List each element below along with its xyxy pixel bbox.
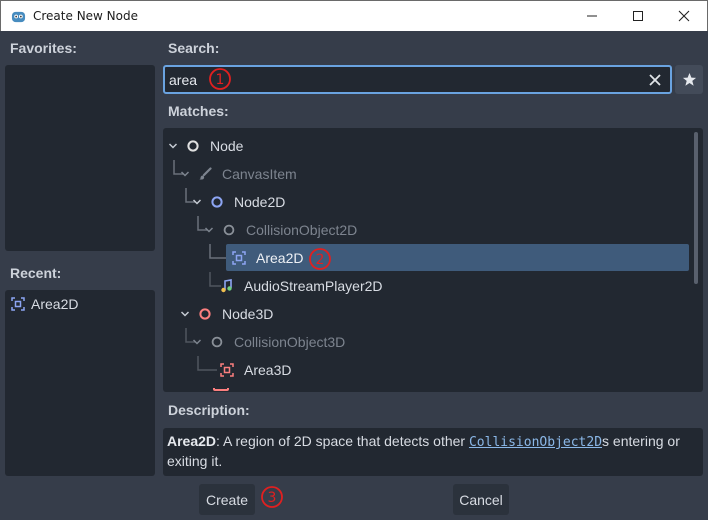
step-marker-3: 3 (261, 486, 283, 508)
audio-note-icon (219, 278, 235, 294)
tree-item-label: CanvasItem (222, 166, 297, 182)
chevron-down-icon[interactable] (167, 140, 179, 152)
recent-item-area2d[interactable]: Area2D (5, 290, 155, 318)
tree-item-node2d[interactable]: Node2D (191, 188, 285, 216)
tree-item-area2d[interactable]: Area2D (231, 244, 303, 272)
title-bar: Create New Node (0, 0, 708, 31)
recent-label: Recent: (10, 265, 62, 281)
step-marker-1: 1 (209, 68, 231, 90)
description-link[interactable]: CollisionObject2D (469, 435, 602, 450)
tree-item-audiostreamplayer2d[interactable]: AudioStreamPlayer2D (219, 272, 383, 300)
search-label: Search: (168, 40, 220, 56)
tree-item-label: CollisionObject2D (246, 222, 358, 238)
tree-item-label: AudioStreamPlayer2D (244, 278, 383, 294)
matches-tree[interactable]: Node CanvasItem Node2D CollisionObject2D… (163, 128, 703, 392)
clear-icon (649, 74, 661, 86)
collision-circle-icon (221, 222, 237, 238)
description-node-name: Area2D (167, 433, 217, 449)
tree-item-collisionobject2d[interactable]: CollisionObject2D (203, 216, 357, 244)
chevron-down-icon[interactable] (179, 308, 191, 320)
area2d-icon (231, 250, 247, 266)
minimize-icon (587, 15, 597, 17)
tree-scrollbar[interactable] (694, 132, 698, 284)
tree-item-node3d[interactable]: Node3D (179, 300, 273, 328)
matches-label: Matches: (168, 103, 229, 119)
tree-item-area3d[interactable]: Area3D (219, 356, 291, 384)
node3d-circle-icon (197, 306, 213, 322)
search-field[interactable] (163, 65, 672, 94)
tree-item-label: Area2D (256, 250, 304, 266)
area3d-icon (219, 362, 235, 378)
tree-item-label: CollisionObject3D (234, 334, 346, 350)
area2d-icon (11, 297, 25, 311)
clear-search-button[interactable] (646, 71, 664, 89)
description-box: Area2D: A region of 2D space that detect… (163, 428, 703, 476)
chevron-down-icon[interactable] (179, 168, 191, 180)
step-marker-3-digit: 3 (268, 490, 277, 506)
godot-logo-icon (11, 11, 26, 23)
description-text: : A region of 2D space that detects othe… (216, 433, 469, 449)
tree-item-label: Node (210, 138, 244, 154)
close-icon (678, 10, 690, 22)
maximize-icon (633, 11, 643, 21)
favorites-label: Favorites: (10, 40, 77, 56)
favorites-list[interactable] (5, 65, 155, 251)
description-label: Description: (168, 402, 250, 418)
tree-item-partial (213, 388, 283, 392)
window-title: Create New Node (33, 9, 138, 23)
close-button[interactable] (661, 1, 707, 31)
minimize-button[interactable] (569, 1, 615, 31)
node-circle-icon (185, 138, 201, 154)
brush-icon (197, 166, 213, 182)
recent-item-label: Area2D (31, 296, 79, 312)
step-marker-1-digit: 1 (216, 72, 225, 88)
search-input[interactable] (169, 70, 639, 90)
chevron-down-icon[interactable] (191, 336, 203, 348)
cancel-button[interactable]: Cancel (453, 484, 509, 515)
create-button[interactable]: Create (199, 484, 255, 515)
maximize-button[interactable] (615, 1, 661, 31)
tree-item-node[interactable]: Node (167, 132, 243, 160)
favorite-button[interactable] (675, 65, 703, 94)
tree-item-canvasitem[interactable]: CanvasItem (179, 160, 297, 188)
tree-item-collisionobject3d[interactable]: CollisionObject3D (191, 328, 345, 356)
node2d-circle-icon (209, 194, 225, 210)
star-icon (682, 72, 696, 86)
step-marker-2-digit: 2 (316, 252, 325, 268)
collision-circle-icon (209, 334, 225, 350)
tree-item-label: Node2D (234, 194, 286, 210)
chevron-down-icon[interactable] (191, 196, 203, 208)
tree-item-label: Node3D (222, 306, 274, 322)
chevron-down-icon[interactable] (203, 224, 215, 236)
step-marker-2: 2 (309, 248, 331, 270)
tree-item-label: Area3D (244, 362, 292, 378)
